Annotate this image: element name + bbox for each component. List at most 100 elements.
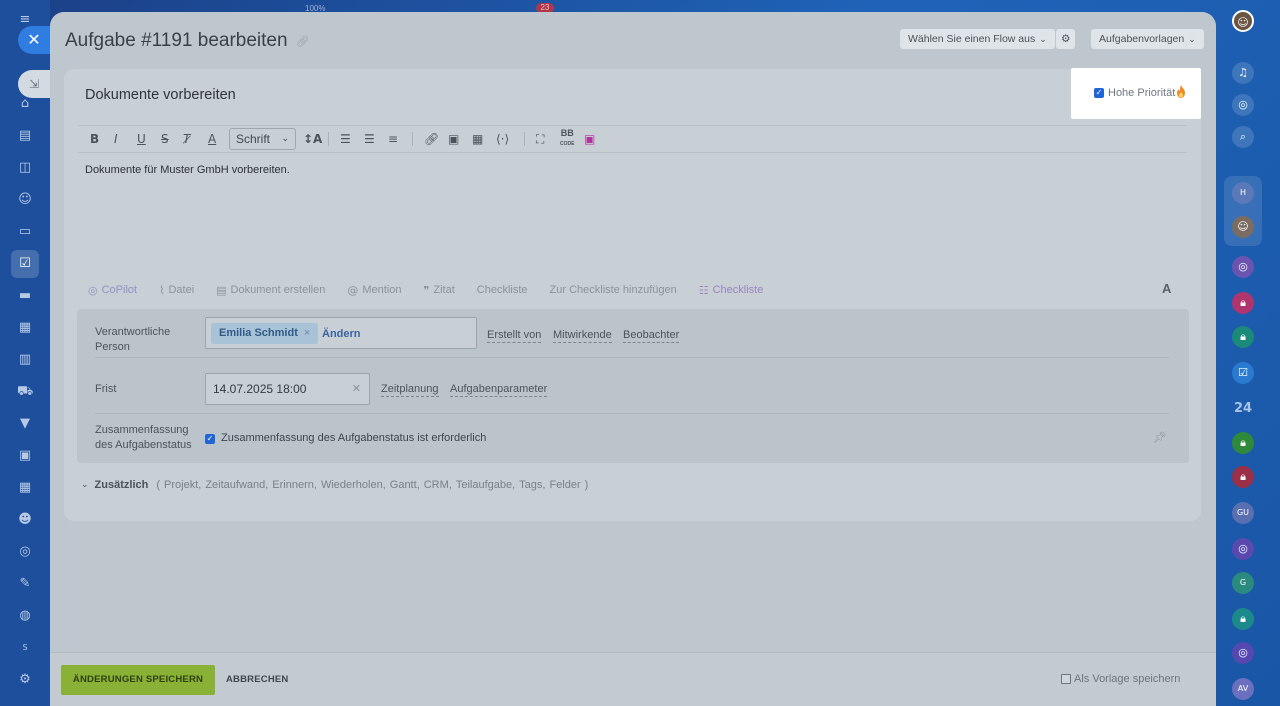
chat-avatar-person[interactable]: ☺: [1232, 216, 1254, 238]
market-icon[interactable]: ◍: [17, 608, 33, 624]
contacts-icon[interactable]: ☺: [17, 192, 33, 208]
link-icon[interactable]: 🔗︎: [296, 35, 310, 48]
chat-icon[interactable]: ◫: [17, 160, 33, 176]
additional-item[interactable]: Teilaufgabe,: [456, 479, 515, 491]
font-select[interactable]: Schrift ⌄: [229, 128, 296, 150]
user-avatar[interactable]: ☺: [1232, 10, 1254, 32]
copilot-chat-icon[interactable]: ◎: [1232, 642, 1254, 664]
cancel-button[interactable]: ABBRECHEN: [226, 665, 289, 695]
fullscreen-icon[interactable]: ⛶: [536, 132, 544, 146]
chat-avatar-g[interactable]: G: [1232, 572, 1254, 594]
sites-icon[interactable]: ▣: [17, 448, 33, 464]
create-document-action[interactable]: ▤ Dokument erstellen: [216, 284, 325, 297]
link-icon[interactable]: 🔗︎: [424, 132, 439, 146]
locked-chat-icon[interactable]: 🔒︎: [1232, 432, 1254, 454]
shop-icon[interactable]: ⛟: [17, 384, 33, 400]
save-as-template-checkbox[interactable]: [1061, 674, 1071, 684]
strikethrough-icon[interactable]: S: [161, 132, 169, 146]
numbered-list-icon[interactable]: ☰: [340, 132, 351, 146]
additional-item[interactable]: Tags,: [519, 479, 545, 491]
align-icon[interactable]: ≡: [388, 132, 398, 146]
home-icon[interactable]: ⌂: [17, 96, 33, 112]
ai-image-icon[interactable]: ▣: [584, 132, 595, 146]
additional-item[interactable]: Gantt,: [390, 479, 420, 491]
task-description[interactable]: Dokumente für Muster GmbH vorbereiten.: [85, 164, 290, 176]
chat-avatar-h[interactable]: H: [1232, 182, 1254, 204]
search-icon[interactable]: ⌕: [1232, 126, 1254, 148]
italic-icon[interactable]: I: [114, 132, 118, 146]
user-initial-avatar[interactable]: S: [17, 640, 33, 656]
additional-section[interactable]: ⌄ Zusätzlich ( Projekt, Zeitaufwand, Eri…: [81, 479, 592, 491]
add-to-checklist-action[interactable]: Zur Checkliste hinzufügen: [550, 284, 677, 296]
formatting-toggle[interactable]: A: [1162, 281, 1171, 296]
summary-required-checkbox[interactable]: ✓: [205, 434, 215, 444]
copilot-icon[interactable]: ◎: [1232, 94, 1254, 116]
copilot-chat-icon[interactable]: ◎: [1232, 538, 1254, 560]
remove-person-icon[interactable]: ×: [304, 327, 310, 339]
copilot-chat-icon[interactable]: ◎: [1232, 256, 1254, 278]
file-action[interactable]: ⌇ Datei: [159, 284, 194, 297]
priority-checkbox[interactable]: ✓: [1094, 88, 1104, 98]
task-parameters-link[interactable]: Aufgabenparameter: [450, 383, 548, 397]
bbcode-icon[interactable]: BB CODE: [560, 129, 574, 149]
additional-item[interactable]: Wiederholen,: [321, 479, 386, 491]
additional-item[interactable]: CRM,: [424, 479, 452, 491]
priority-toggle[interactable]: ✓ Hohe Priorität: [1071, 68, 1201, 119]
documents-icon[interactable]: ▭: [17, 224, 33, 240]
tasks-chat-icon[interactable]: ☑: [1232, 362, 1254, 384]
chat-avatar-gu[interactable]: GU: [1232, 502, 1254, 524]
filter-icon[interactable]: ▼: [17, 416, 33, 432]
code-icon[interactable]: ⟨·⟩: [496, 132, 509, 146]
additional-item[interactable]: Erinnern,: [272, 479, 317, 491]
locked-chat-icon[interactable]: 🔒︎: [1232, 326, 1254, 348]
calendar-icon[interactable]: ▦: [17, 480, 33, 496]
pin-icon[interactable]: 📌︎: [1153, 431, 1167, 444]
deadline-field[interactable]: 14.07.2025 18:00 ✕: [205, 373, 370, 405]
responsible-person-field[interactable]: Emilia Schmidt × Ändern: [205, 317, 477, 349]
feed-icon[interactable]: ▤: [17, 128, 33, 144]
minimize-slider-button[interactable]: ⇲: [18, 70, 50, 98]
task-templates-button[interactable]: Aufgabenvorlagen ⌄: [1091, 29, 1204, 49]
change-responsible-link[interactable]: Ändern: [322, 328, 361, 340]
font-size-icon[interactable]: ↕A: [303, 132, 322, 146]
bullet-list-icon[interactable]: ☰: [364, 132, 375, 146]
additional-item[interactable]: Zeitaufwand,: [205, 479, 268, 491]
planning-link[interactable]: Zeitplanung: [381, 383, 439, 397]
robot-icon[interactable]: ☻: [17, 512, 33, 528]
bold-icon[interactable]: B: [90, 132, 99, 146]
chat-avatar-av[interactable]: AV: [1232, 678, 1254, 700]
responsible-person-tag[interactable]: Emilia Schmidt ×: [211, 323, 319, 344]
settings-button[interactable]: ⚙: [1056, 29, 1076, 49]
observers-link[interactable]: Beobachter: [623, 329, 680, 343]
new-checklist-action[interactable]: ☷ Checkliste: [699, 284, 764, 297]
clear-format-icon[interactable]: T̷: [183, 132, 190, 146]
image-icon[interactable]: ▣: [448, 132, 459, 146]
task-title-input[interactable]: Dokumente vorbereiten: [85, 87, 236, 103]
locked-chat-icon[interactable]: 🔒︎: [1232, 608, 1254, 630]
participants-link[interactable]: Mitwirkende: [553, 329, 612, 343]
quote-action[interactable]: ❞ Zitat: [423, 284, 454, 297]
save-changes-button[interactable]: ÄNDERUNGEN SPEICHERN: [61, 665, 215, 695]
sign-icon[interactable]: ✎: [17, 576, 33, 592]
payments-icon[interactable]: ▬: [17, 288, 33, 304]
flow-select[interactable]: Wählen Sie einen Flow aus ⌄: [900, 29, 1055, 49]
notifications-icon[interactable]: ♫: [1232, 62, 1254, 84]
tasks-icon[interactable]: ☑: [17, 256, 33, 272]
board-icon[interactable]: ▦: [17, 320, 33, 336]
analytics-icon[interactable]: ▥: [17, 352, 33, 368]
close-slider-button[interactable]: ✕: [18, 26, 50, 54]
copilot-action[interactable]: ◎ CoPilot: [88, 284, 137, 297]
checklist-action[interactable]: Checkliste: [477, 284, 528, 296]
locked-chat-icon[interactable]: 🔒︎: [1232, 466, 1254, 488]
locked-chat-icon[interactable]: 🔒︎: [1232, 292, 1254, 314]
save-as-template-label[interactable]: Als Vorlage speichern: [1074, 673, 1180, 685]
clear-deadline-icon[interactable]: ✕: [352, 382, 361, 395]
mention-action[interactable]: @ Mention: [347, 284, 401, 297]
counter-24[interactable]: 24: [1232, 398, 1254, 420]
table-icon[interactable]: ▦: [472, 132, 483, 146]
text-color-icon[interactable]: A: [208, 132, 216, 146]
underline-icon[interactable]: U: [137, 132, 146, 146]
goals-icon[interactable]: ◎: [17, 544, 33, 560]
settings-icon[interactable]: ⚙: [17, 672, 33, 688]
summary-required-label[interactable]: Zusammenfassung des Aufgabenstatus ist e…: [221, 432, 486, 444]
